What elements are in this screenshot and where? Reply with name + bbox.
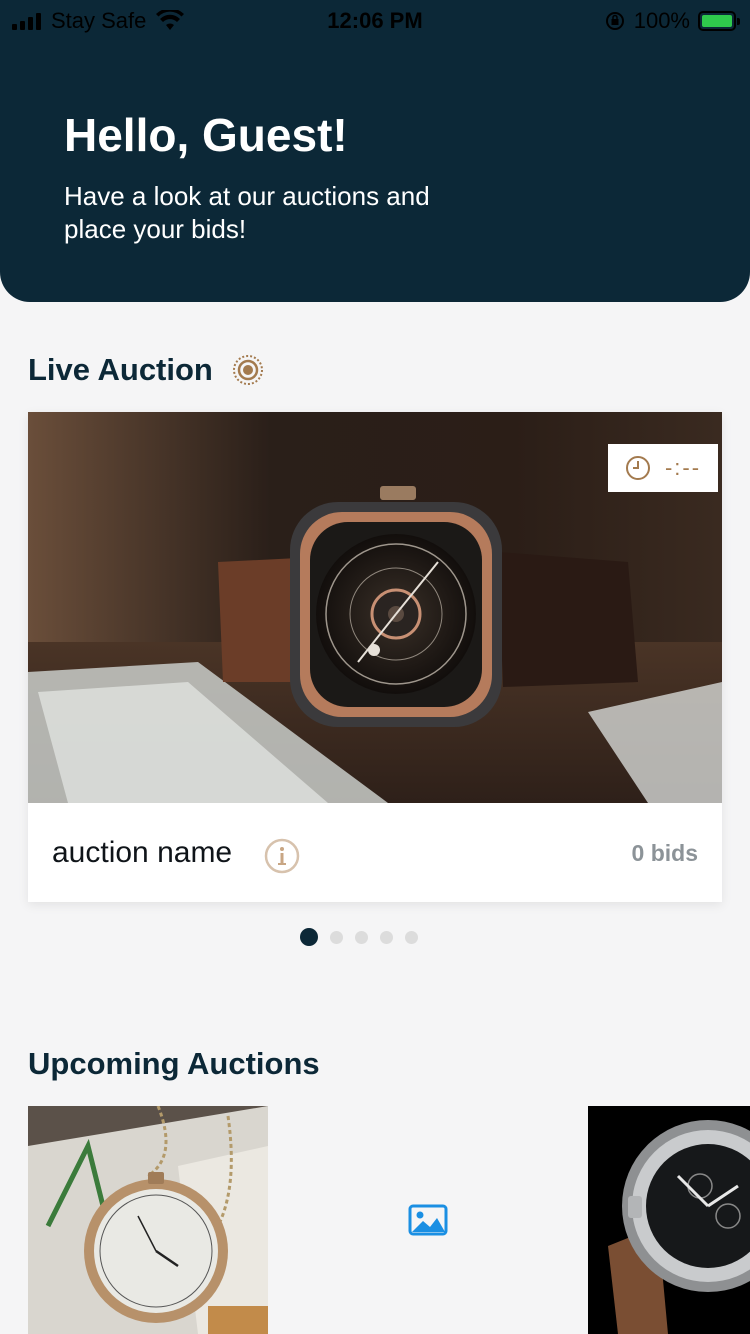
clock-icon bbox=[625, 456, 650, 480]
live-auction-card[interactable]: -:-- auction name 0 bids bbox=[28, 412, 722, 902]
pagination-dot[interactable] bbox=[355, 930, 368, 944]
timer-value: -:-- bbox=[664, 455, 702, 480]
upcoming-auction-thumbnail[interactable] bbox=[28, 1106, 268, 1334]
header-banner: Stay Safe 12:06 PM 100% Hello, Guest! Ha… bbox=[0, 0, 750, 302]
orientation-lock-icon bbox=[605, 12, 624, 30]
upcoming-auctions-title: Upcoming Auctions bbox=[28, 1046, 320, 1081]
carousel-pagination bbox=[300, 928, 418, 946]
battery-icon bbox=[698, 11, 740, 31]
upcoming-auction-thumbnail[interactable] bbox=[588, 1106, 750, 1334]
live-broadcast-icon bbox=[233, 355, 263, 385]
live-auction-title: Live Auction bbox=[28, 352, 213, 387]
pagination-dot-active[interactable] bbox=[300, 928, 318, 946]
greeting-subtitle: Have a look at our auctions and place yo… bbox=[64, 181, 430, 244]
status-bar: Stay Safe 12:06 PM 100% bbox=[0, 0, 750, 40]
status-right: 100% bbox=[604, 8, 740, 34]
greeting-title: Hello, Guest! bbox=[64, 109, 348, 161]
pagination-dot[interactable] bbox=[330, 930, 343, 944]
info-icon[interactable] bbox=[264, 838, 300, 874]
auction-name[interactable]: auction name bbox=[52, 836, 232, 870]
image-placeholder-icon bbox=[408, 1204, 448, 1236]
pagination-dot[interactable] bbox=[380, 930, 393, 944]
battery-percent: 100% bbox=[633, 8, 690, 33]
auction-timer: -:-- bbox=[608, 444, 718, 492]
upcoming-auction-placeholder[interactable] bbox=[308, 1106, 548, 1334]
pagination-dot[interactable] bbox=[405, 930, 418, 944]
bid-count: 0 bids bbox=[631, 840, 698, 866]
auction-watch-image[interactable]: -:-- bbox=[28, 412, 722, 803]
